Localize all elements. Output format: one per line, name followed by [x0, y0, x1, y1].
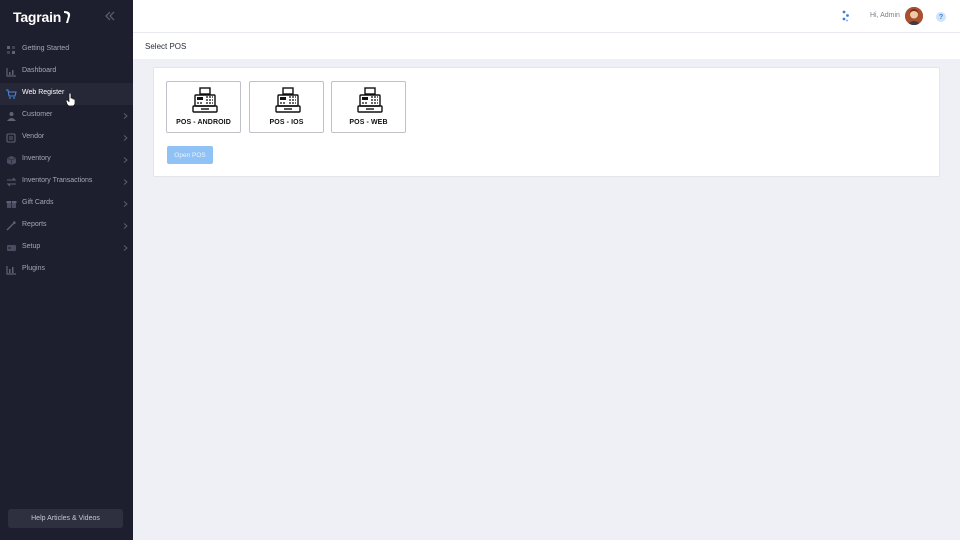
sidebar-item-label: Vendor	[22, 133, 45, 140]
user-greeting: Hi, Admin	[870, 12, 900, 19]
pos-option-label: POS - ANDROID	[176, 119, 231, 126]
sidebar-item-customer[interactable]: Customer	[0, 105, 133, 127]
select-pos-card: POS - ANDROID POS - IOS POS - WEB Open P…	[153, 67, 940, 177]
pos-option-web[interactable]: POS - WEB	[331, 81, 406, 133]
avatar-image	[905, 7, 923, 25]
open-pos-button[interactable]: Open POS	[167, 146, 213, 164]
chevron-right-icon	[123, 245, 128, 251]
pos-option-android[interactable]: POS - ANDROID	[166, 81, 241, 133]
chevron-right-icon	[123, 135, 128, 141]
sidebar-item-gift-cards[interactable]: Gift Cards	[0, 193, 133, 215]
help-articles-button[interactable]: Help Articles & Videos	[8, 509, 123, 528]
reports-icon	[6, 221, 16, 231]
sidebar-item-reports[interactable]: Reports	[0, 215, 133, 237]
transactions-icon	[6, 177, 17, 187]
brand-logo[interactable]: Tagrain	[13, 7, 72, 27]
chart-icon	[6, 68, 16, 77]
cash-register-icon	[357, 87, 383, 113]
sidebar: Tagrain Getting Started Dashboard Web Re…	[0, 0, 133, 540]
chevron-right-icon	[123, 157, 128, 163]
sidebar-item-label: Plugins	[22, 265, 45, 272]
box-icon	[6, 156, 17, 165]
cash-register-icon	[275, 87, 301, 113]
pos-option-label: POS - IOS	[269, 119, 304, 126]
pos-option-label: POS - WEB	[349, 119, 388, 126]
sidebar-item-label: Inventory	[22, 155, 51, 162]
pos-option-ios[interactable]: POS - IOS	[249, 81, 324, 133]
page-title-bar: Select POS	[133, 33, 960, 59]
sidebar-item-label: Setup	[22, 243, 41, 250]
sidebar-item-label: Inventory Transactions	[22, 177, 93, 184]
apps-icon[interactable]	[841, 10, 850, 22]
collapse-sidebar-icon[interactable]	[104, 10, 116, 22]
flag-icon	[7, 46, 15, 54]
sidebar-item-label: Customer	[22, 111, 53, 118]
sidebar-item-inventory-transactions[interactable]: Inventory Transactions	[0, 171, 133, 193]
sidebar-item-dashboard[interactable]: Dashboard	[0, 61, 133, 83]
sidebar-item-inventory[interactable]: Inventory	[0, 149, 133, 171]
sidebar-item-label: Gift Cards	[22, 199, 54, 206]
sidebar-item-label: Dashboard	[22, 67, 57, 74]
customer-icon	[7, 112, 16, 121]
sidebar-item-setup[interactable]: Setup	[0, 237, 133, 259]
chevron-right-icon	[123, 113, 128, 119]
avatar[interactable]	[905, 7, 923, 25]
sidebar-item-plugins[interactable]: Plugins	[0, 259, 133, 281]
sidebar-nav: Getting Started Dashboard Web Register C…	[0, 39, 133, 281]
sidebar-item-getting-started[interactable]: Getting Started	[0, 39, 133, 61]
top-header: Hi, Admin ?	[133, 0, 960, 33]
chevron-right-icon	[123, 201, 128, 207]
setup-icon	[7, 245, 16, 251]
brand-mark-icon	[64, 11, 71, 23]
sidebar-item-label: Getting Started	[22, 45, 70, 52]
sidebar-item-vendor[interactable]: Vendor	[0, 127, 133, 149]
sidebar-item-label: Web Register	[22, 89, 65, 96]
cash-register-icon	[192, 87, 218, 113]
hand-cursor-icon	[66, 93, 75, 106]
cart-icon	[6, 89, 17, 99]
gift-icon	[6, 201, 17, 208]
chevron-right-icon	[123, 179, 128, 185]
page-title: Select POS	[145, 42, 187, 51]
vendor-icon	[6, 133, 16, 143]
sidebar-item-label: Reports	[22, 221, 47, 228]
chevron-right-icon	[123, 223, 128, 229]
brand-name: Tagrain	[13, 9, 62, 25]
plugins-icon	[6, 266, 16, 275]
help-icon[interactable]: ?	[936, 12, 946, 22]
